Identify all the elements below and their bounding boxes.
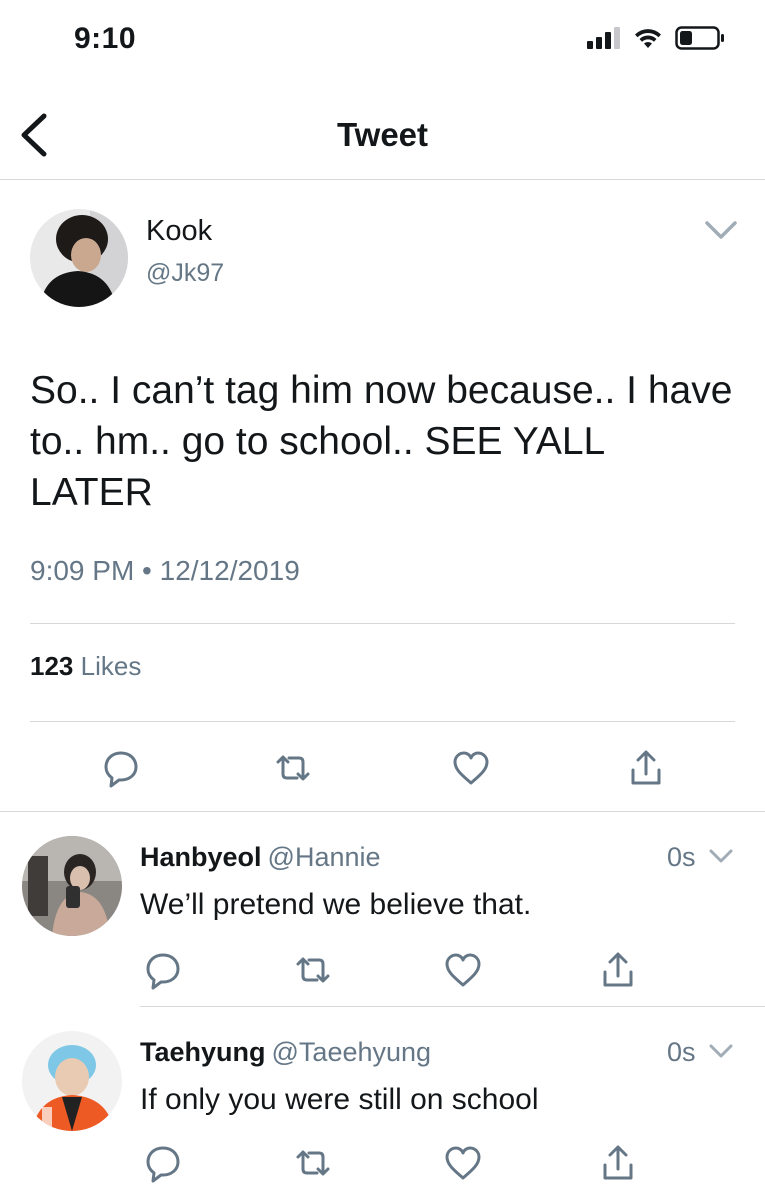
- chevron-down-icon[interactable]: [708, 848, 734, 866]
- reply-header: Taehyung @Taeehyung: [140, 1037, 431, 1068]
- battery-icon: [675, 26, 724, 50]
- nav-bar: Tweet: [0, 80, 765, 180]
- status-bar: 9:10: [0, 0, 765, 80]
- reply-text: If only you were still on school: [140, 1083, 539, 1116]
- divider: [30, 623, 735, 624]
- reply-header: Hanbyeol @Hannie: [140, 842, 381, 873]
- reply-tweet[interactable]: Taehyung @Taeehyung 0s If only you were s…: [0, 1007, 765, 1200]
- reply-icon[interactable]: [101, 748, 141, 788]
- likes-count: 123: [30, 651, 74, 681]
- status-icons: [587, 26, 725, 50]
- heart-icon[interactable]: [443, 1143, 483, 1183]
- divider: [30, 721, 735, 722]
- share-icon[interactable]: [626, 748, 666, 788]
- wifi-icon: [635, 29, 661, 48]
- retweet-icon[interactable]: [273, 748, 313, 788]
- heart-icon[interactable]: [451, 748, 491, 788]
- signal-icon: [587, 27, 620, 49]
- avatar[interactable]: [30, 209, 128, 307]
- share-icon[interactable]: [598, 950, 638, 990]
- chevron-down-icon[interactable]: [704, 219, 738, 241]
- likes-label: Likes: [80, 651, 142, 681]
- reply-tweet[interactable]: Hanbyeol @Hannie 0s We’ll pretend we beli…: [0, 812, 765, 1007]
- reply-icon[interactable]: [143, 1143, 183, 1183]
- tweet-actions: [0, 748, 765, 788]
- retweet-icon[interactable]: [293, 950, 333, 990]
- reply-actions: [0, 950, 765, 990]
- share-icon[interactable]: [598, 1143, 638, 1183]
- author-name[interactable]: Kook: [146, 215, 212, 248]
- reply-text: We’ll pretend we believe that.: [140, 888, 532, 921]
- avatar[interactable]: [22, 1031, 122, 1131]
- reply-time: 0s: [667, 1037, 696, 1067]
- author-handle[interactable]: @Jk97: [146, 259, 224, 288]
- reply-author-name[interactable]: Taehyung: [140, 1037, 266, 1067]
- chevron-down-icon[interactable]: [708, 1043, 734, 1061]
- retweet-icon[interactable]: [293, 1143, 333, 1183]
- reply-author-handle[interactable]: @Taeehyung: [272, 1037, 432, 1067]
- avatar[interactable]: [22, 836, 122, 936]
- heart-icon[interactable]: [443, 950, 483, 990]
- reply-time: 0s: [667, 842, 696, 872]
- page-title: Tweet: [336, 116, 429, 153]
- tweet-text: So.. I can’t tag him now because.. I hav…: [30, 369, 733, 514]
- tweet-timestamp: 9:09 PM • 12/12/2019: [30, 555, 300, 586]
- reply-icon[interactable]: [143, 950, 183, 990]
- likes-row[interactable]: 123 Likes: [30, 651, 141, 682]
- status-time: 9:10: [74, 22, 137, 55]
- reply-author-handle[interactable]: @Hannie: [268, 842, 381, 872]
- reply-actions: [0, 1143, 765, 1183]
- reply-author-name[interactable]: Hanbyeol: [140, 842, 262, 872]
